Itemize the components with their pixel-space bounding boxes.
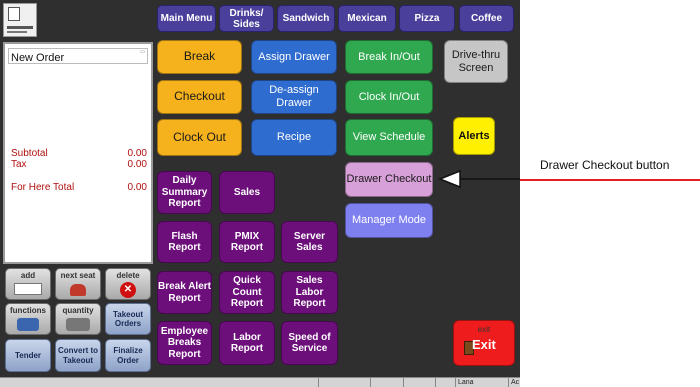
deassign-drawer-button[interactable]: De-assign Drawer bbox=[251, 80, 337, 114]
status-extra: Ac bbox=[508, 378, 520, 387]
exit-label: Exit bbox=[472, 337, 496, 352]
subtotal-value: 0.00 bbox=[127, 148, 147, 159]
takeout-orders-button[interactable]: Takeout Orders bbox=[105, 303, 151, 335]
subtotal-label: Subtotal bbox=[11, 148, 48, 159]
total-label: For Here Total bbox=[11, 182, 75, 193]
assign-drawer-button[interactable]: Assign Drawer bbox=[251, 40, 337, 74]
order-panel: New Order ▭ Subtotal 0.00 Tax 0.00 For H… bbox=[3, 42, 153, 264]
app-logo-icon bbox=[3, 3, 37, 37]
seat-icon bbox=[70, 284, 86, 296]
checkout-button[interactable]: Checkout bbox=[157, 80, 242, 114]
add-button-label: add bbox=[20, 271, 36, 280]
drawer-checkout-button[interactable]: Drawer Checkout bbox=[345, 162, 433, 197]
annotation-label: Drawer Checkout button bbox=[540, 158, 670, 172]
alerts-button[interactable]: Alerts bbox=[453, 117, 495, 155]
order-title: New Order bbox=[11, 52, 65, 64]
break-in-out-button[interactable]: Break In/Out bbox=[345, 40, 433, 74]
drive-thru-screen-button[interactable]: Drive-thru Screen bbox=[444, 40, 508, 83]
convert-to-takeout-button[interactable]: Convert to Takeout bbox=[55, 339, 101, 372]
functions-label: functions bbox=[10, 306, 46, 315]
functions-icon bbox=[17, 318, 39, 331]
quick-count-report-button[interactable]: Quick Count Report bbox=[219, 271, 275, 314]
tax-value: 0.00 bbox=[127, 159, 147, 170]
clock-in-out-button[interactable]: Clock In/Out bbox=[345, 80, 433, 114]
status-cell bbox=[318, 378, 370, 387]
quantity-icon bbox=[66, 318, 90, 331]
status-cell bbox=[370, 378, 403, 387]
tab-pizza[interactable]: Pizza bbox=[399, 5, 455, 32]
exit-button[interactable]: exit Exit bbox=[453, 320, 515, 366]
delete-label: delete bbox=[116, 271, 140, 280]
break-button[interactable]: Break bbox=[157, 40, 242, 74]
delete-button[interactable]: delete ✕ bbox=[105, 268, 151, 300]
pmix-report-button[interactable]: PMIX Report bbox=[219, 221, 275, 263]
labor-report-button[interactable]: Labor Report bbox=[219, 321, 275, 365]
tab-sandwich[interactable]: Sandwich bbox=[277, 5, 335, 32]
next-seat-label: next seat bbox=[60, 271, 96, 280]
subtotal-row: Subtotal 0.00 bbox=[11, 148, 147, 159]
speed-of-service-button[interactable]: Speed of Service bbox=[281, 321, 338, 365]
add-item-icon bbox=[14, 283, 42, 295]
functions-button[interactable]: functions bbox=[5, 303, 51, 335]
flash-report-button[interactable]: Flash Report bbox=[157, 221, 212, 263]
quantity-label: quantity bbox=[62, 306, 94, 315]
status-cell bbox=[435, 378, 455, 387]
total-value: 0.00 bbox=[127, 182, 147, 193]
tab-main-menu[interactable]: Main Menu bbox=[157, 5, 216, 32]
annotation-red-line bbox=[520, 179, 700, 181]
next-seat-button[interactable]: next seat bbox=[55, 268, 101, 300]
daily-summary-report-button[interactable]: Daily Summary Report bbox=[157, 171, 212, 214]
tax-label: Tax bbox=[11, 159, 27, 170]
tab-coffee[interactable]: Coffee bbox=[459, 5, 514, 32]
pos-screen: New Order ▭ Subtotal 0.00 Tax 0.00 For H… bbox=[0, 0, 520, 387]
sales-button[interactable]: Sales bbox=[219, 171, 275, 214]
add-button[interactable]: add bbox=[5, 268, 51, 300]
tender-button[interactable]: Tender bbox=[5, 339, 51, 372]
delete-x-icon: ✕ bbox=[120, 282, 136, 298]
exit-small-label: exit bbox=[477, 325, 491, 334]
employee-breaks-report-button[interactable]: Employee Breaks Report bbox=[157, 321, 212, 365]
annotation-area: Drawer Checkout button bbox=[520, 0, 700, 387]
finalize-order-button[interactable]: Finalize Order bbox=[105, 339, 151, 372]
view-schedule-button[interactable]: View Schedule bbox=[345, 119, 433, 156]
manager-mode-button[interactable]: Manager Mode bbox=[345, 203, 433, 238]
tab-mexican[interactable]: Mexican bbox=[338, 5, 396, 32]
total-row: For Here Total 0.00 bbox=[11, 182, 147, 193]
break-alert-report-button[interactable]: Break Alert Report bbox=[157, 271, 212, 314]
order-tag-icon: ▭ bbox=[140, 49, 145, 55]
status-cell bbox=[403, 378, 435, 387]
clock-out-button[interactable]: Clock Out bbox=[157, 119, 242, 156]
sales-labor-report-button[interactable]: Sales Labor Report bbox=[281, 271, 338, 314]
tax-row: Tax 0.00 bbox=[11, 159, 147, 170]
status-bar: Lana Ac bbox=[0, 377, 520, 387]
recipe-button[interactable]: Recipe bbox=[251, 119, 337, 156]
tab-drinks-sides[interactable]: Drinks/ Sides bbox=[219, 5, 274, 32]
status-user: Lana bbox=[455, 378, 508, 387]
quantity-button[interactable]: quantity bbox=[55, 303, 101, 335]
server-sales-button[interactable]: Server Sales bbox=[281, 221, 338, 263]
